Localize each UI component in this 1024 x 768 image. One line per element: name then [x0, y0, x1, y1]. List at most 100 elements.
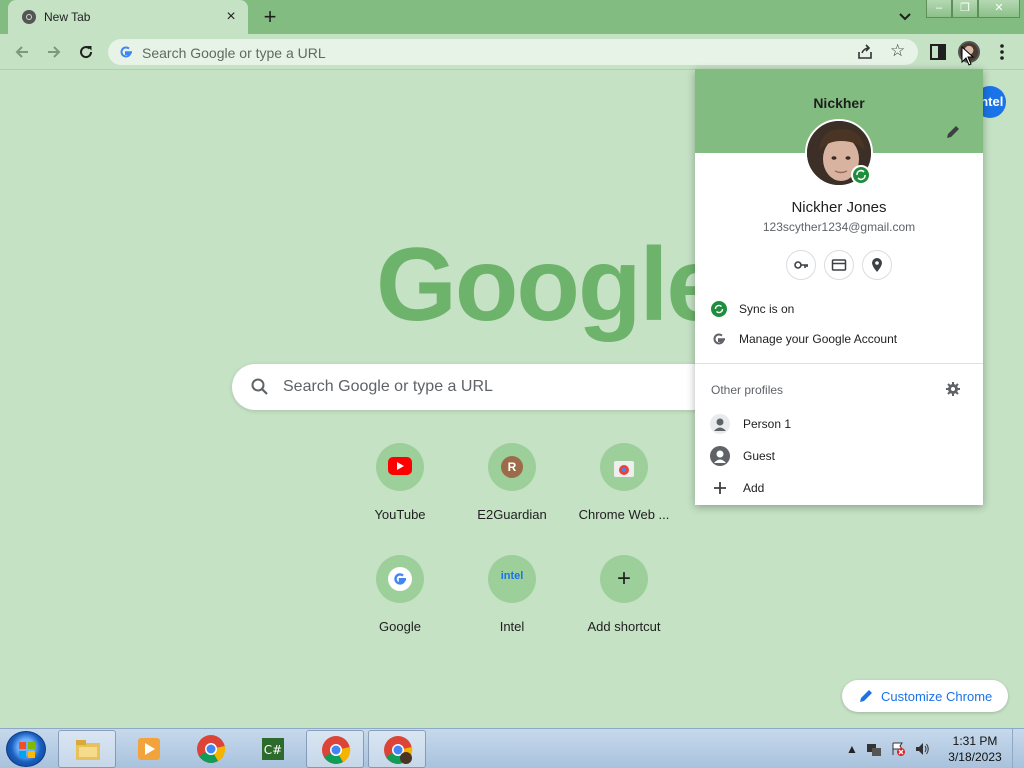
reload-icon[interactable]	[76, 42, 96, 62]
sync-status-row[interactable]: Sync is on	[695, 294, 983, 324]
forward-icon[interactable]	[44, 42, 64, 62]
add-profile-button[interactable]: Add	[695, 473, 983, 503]
manage-account-label: Manage your Google Account	[739, 332, 898, 346]
google-icon	[376, 555, 424, 603]
shortcut-label: YouTube	[374, 507, 426, 522]
letter-r-icon: R	[488, 443, 536, 491]
restore-button[interactable]: ❐	[952, 0, 978, 18]
chrome-icon	[197, 735, 226, 763]
taskbar-media-player[interactable]	[120, 730, 178, 768]
share-icon[interactable]	[856, 43, 874, 61]
tab-close-button[interactable]: ×	[222, 8, 240, 26]
media-player-icon	[138, 738, 160, 760]
pencil-icon	[860, 690, 872, 702]
sync-status-label: Sync is on	[739, 302, 795, 316]
profile-menu: Nickher Nickher Jones 123scyther1234@gma…	[695, 69, 983, 505]
taskbar-chrome-1[interactable]	[182, 730, 240, 768]
payment-methods-button[interactable]	[824, 250, 854, 280]
clock-time[interactable]: 1:31 PM	[948, 734, 1002, 748]
tray-expand-icon[interactable]: ▲	[844, 741, 860, 757]
toolbar: Search Google or type a URL ☆	[0, 34, 1024, 70]
minimize-button[interactable]: –	[926, 0, 952, 18]
profile-label: Add	[743, 481, 765, 495]
windows-taskbar: C# ▲ 1:31 PM 3/18/2023	[0, 728, 1024, 768]
shortcut-label: Add shortcut	[587, 619, 661, 634]
shortcut-label: Chrome Web ...	[578, 507, 670, 522]
tab-strip: New Tab × + – ❐ ✕	[0, 0, 1024, 34]
menu-kebab-icon[interactable]	[992, 42, 1012, 62]
profile-full-name: Nickher Jones	[791, 199, 887, 216]
intel-icon: intel	[488, 555, 536, 603]
folder-icon	[76, 740, 100, 760]
close-icon: ✕	[994, 2, 1004, 14]
profile-guest[interactable]: Guest	[695, 441, 983, 471]
customize-chrome-label: Customize Chrome	[881, 689, 993, 704]
tab-title: New Tab	[44, 10, 91, 24]
start-button[interactable]	[6, 731, 46, 767]
customize-chrome-button[interactable]: Customize Chrome	[842, 680, 1008, 712]
google-g-icon	[713, 333, 725, 345]
mouse-cursor-icon	[961, 46, 975, 66]
new-tab-button[interactable]: +	[258, 6, 282, 30]
divider	[695, 363, 983, 364]
address-bar[interactable]: Search Google or type a URL ☆	[108, 39, 918, 65]
gear-icon[interactable]	[945, 381, 961, 397]
key-icon	[794, 261, 808, 269]
credit-card-icon	[831, 259, 847, 271]
profile-label: Person 1	[743, 417, 792, 431]
close-window-button[interactable]: ✕	[978, 0, 1020, 18]
edit-profile-icon[interactable]	[945, 124, 961, 140]
profile-person-1[interactable]: Person 1	[695, 409, 983, 439]
plus-icon: +	[600, 555, 648, 603]
tab-new-tab[interactable]: New Tab ×	[8, 0, 248, 34]
show-desktop-button[interactable]	[1012, 729, 1024, 768]
shortcut-google[interactable]: Google	[344, 555, 456, 655]
google-logo: Google	[376, 227, 724, 343]
profile-email: 123scyther1234@gmail.com	[762, 220, 916, 234]
location-pin-icon	[872, 258, 882, 272]
profile-label: Guest	[743, 449, 776, 463]
passwords-button[interactable]	[786, 250, 816, 280]
sync-badge-icon	[851, 165, 871, 185]
clock-date[interactable]: 3/18/2023	[944, 750, 1006, 764]
volume-icon[interactable]	[914, 741, 930, 757]
taskbar-file-explorer[interactable]	[58, 730, 116, 768]
google-g-icon	[120, 46, 132, 58]
guest-icon	[710, 446, 730, 466]
chrome-profile-icon	[384, 736, 413, 764]
addresses-button[interactable]	[862, 250, 892, 280]
taskbar-chrome-2[interactable]	[306, 730, 364, 768]
ntp-search-placeholder: Search Google or type a URL	[283, 378, 493, 395]
restore-icon: ❐	[960, 2, 970, 14]
shortcut-label: Google	[379, 619, 421, 634]
address-bar-placeholder: Search Google or type a URL	[142, 45, 326, 61]
profile-header-name: Nickher	[813, 95, 865, 111]
action-center-icon[interactable]	[890, 741, 906, 757]
shortcut-intel[interactable]: intel Intel	[456, 555, 568, 655]
back-icon[interactable]	[12, 42, 32, 62]
youtube-icon	[376, 443, 424, 491]
person-icon	[710, 414, 730, 434]
add-icon	[714, 482, 726, 494]
taskbar-chrome-profile[interactable]	[368, 730, 426, 768]
chrome-icon	[322, 736, 351, 764]
chrome-web-store-icon	[600, 443, 648, 491]
add-shortcut-button[interactable]: + Add shortcut	[568, 555, 680, 655]
svg-text:C#: C#	[264, 743, 282, 757]
shortcut-label: E2Guardian	[477, 507, 547, 522]
shortcut-chrome-web-store[interactable]: Chrome Web ...	[568, 443, 680, 543]
shortcut-label: Intel	[499, 619, 525, 634]
other-profiles-heading: Other profiles	[711, 383, 784, 397]
windows-logo-icon	[19, 742, 35, 758]
tab-search-chevron-icon[interactable]	[896, 9, 914, 25]
network-icon[interactable]	[866, 741, 882, 757]
minimize-icon: –	[935, 2, 943, 14]
sync-icon	[711, 301, 727, 317]
taskbar-csharp[interactable]: C#	[244, 730, 302, 768]
chrome-icon	[22, 10, 36, 24]
side-panel-icon[interactable]	[928, 42, 948, 62]
bookmark-star-icon[interactable]: ☆	[890, 42, 908, 60]
shortcut-e2guardian[interactable]: R E2Guardian	[456, 443, 568, 543]
shortcut-youtube[interactable]: YouTube	[344, 443, 456, 543]
manage-account-row[interactable]: Manage your Google Account	[695, 324, 983, 354]
